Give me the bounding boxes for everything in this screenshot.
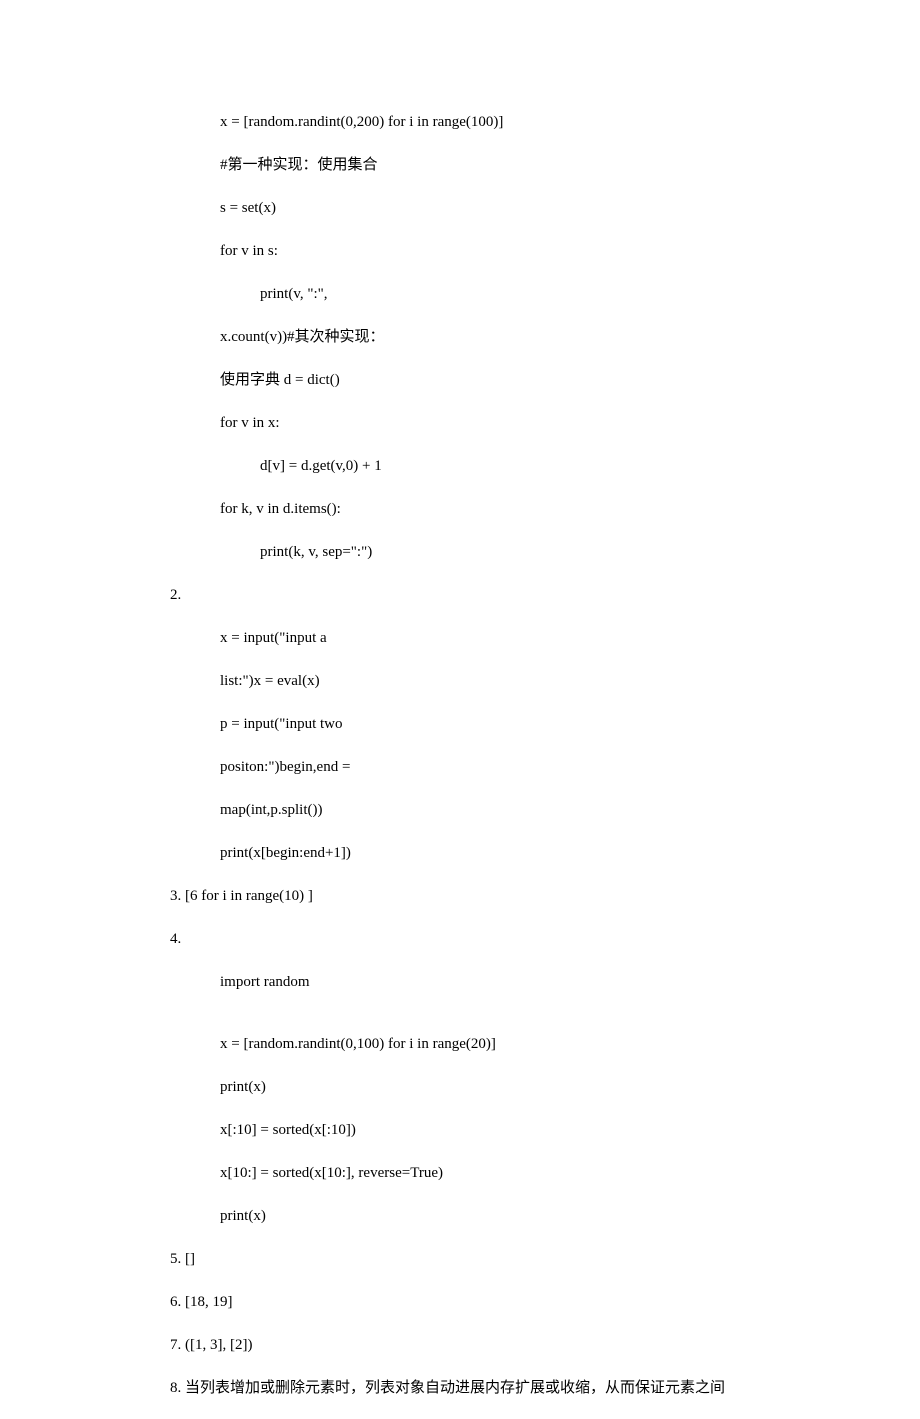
text-line: x[:10] = sorted(x[:10]) (170, 1118, 750, 1142)
text-line: 5. [] (170, 1247, 750, 1271)
text-line: list:")x = eval(x) (170, 669, 750, 693)
text-line: 4. (170, 927, 750, 951)
text-line: import random (170, 970, 750, 994)
text-line: 使用字典 d = dict() (170, 368, 750, 392)
text-line: for v in x: (170, 411, 750, 435)
text-line: x = [random.randint(0,200) for i in rang… (170, 110, 750, 134)
text-line: p = input("input two (170, 712, 750, 736)
text-line: print(v, ":", (170, 282, 750, 306)
text-line: print(x) (170, 1204, 750, 1228)
text-line: 3. [6 for i in range(10) ] (170, 884, 750, 908)
text-line: d[v] = d.get(v,0) + 1 (170, 454, 750, 478)
text-line: for v in s: (170, 239, 750, 263)
text-line: print(x[begin:end+1]) (170, 841, 750, 865)
text-line: print(k, v, sep=":") (170, 540, 750, 564)
text-line: 2. (170, 583, 750, 607)
text-line: 6. [18, 19] (170, 1290, 750, 1314)
text-line: print(x) (170, 1075, 750, 1099)
text-line: positon:")begin,end = (170, 755, 750, 779)
text-line: 8. 当列表增加或删除元素时，列表对象自动进展内存扩展或收缩，从而保证元素之间 (170, 1376, 750, 1400)
text-line: map(int,p.split()) (170, 798, 750, 822)
document-body: x = [random.randint(0,200) for i in rang… (170, 110, 750, 1419)
text-line: #第一种实现：使用集合 (170, 153, 750, 177)
text-line: x.count(v))#其次种实现： (170, 325, 750, 349)
text-line: x[10:] = sorted(x[10:], reverse=True) (170, 1161, 750, 1185)
text-line: for k, v in d.items(): (170, 497, 750, 521)
text-line: s = set(x) (170, 196, 750, 220)
text-line: x = [random.randint(0,100) for i in rang… (170, 1032, 750, 1056)
text-line: 7. ([1, 3], [2]) (170, 1333, 750, 1357)
text-line: x = input("input a (170, 626, 750, 650)
